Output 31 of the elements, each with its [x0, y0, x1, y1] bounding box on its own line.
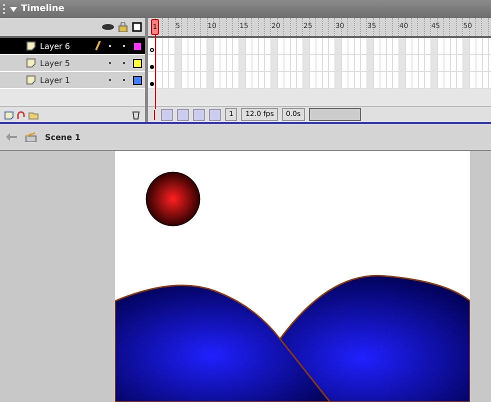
outline-swatch[interactable]: [133, 58, 142, 68]
add-layer-icon[interactable]: [4, 110, 15, 120]
layer-name: Layer 6: [40, 42, 71, 50]
onion-markers-button[interactable]: [209, 108, 221, 120]
keyframe-dot[interactable]: [150, 48, 154, 52]
eye-icon[interactable]: [102, 22, 114, 32]
keyframe-dot[interactable]: [150, 82, 154, 86]
layer-row[interactable]: Layer 1: [0, 72, 145, 89]
pencil-icon[interactable]: [95, 41, 101, 51]
hills-drawing[interactable]: [115, 274, 470, 402]
center-frame-icon[interactable]: [152, 110, 157, 120]
keyframe-dot[interactable]: [150, 65, 154, 69]
scrollbar[interactable]: [308, 108, 361, 121]
collapse-arrow-icon[interactable]: [10, 6, 17, 12]
ball-shape[interactable]: [146, 172, 200, 226]
layer-name: Layer 5: [40, 58, 71, 68]
folder-icon[interactable]: [28, 110, 39, 120]
outline-swatch[interactable]: [133, 76, 142, 84]
guide-layer-icon[interactable]: [16, 110, 27, 120]
trash-icon[interactable]: [131, 110, 141, 120]
layer-name: Layer 1: [40, 76, 71, 84]
scene-icon[interactable]: [25, 132, 37, 142]
scene-name[interactable]: Scene 1: [45, 132, 80, 142]
stage-canvas[interactable]: [115, 151, 470, 402]
outline-icon[interactable]: [132, 22, 142, 32]
panel-title: Timeline: [21, 4, 64, 14]
layer-row[interactable]: Layer 5: [0, 55, 145, 72]
lock-icon[interactable]: [118, 22, 128, 32]
grip-icon[interactable]: [3, 3, 6, 15]
layer-row[interactable]: Layer 6: [0, 38, 145, 55]
outline-swatch[interactable]: [133, 42, 142, 50]
